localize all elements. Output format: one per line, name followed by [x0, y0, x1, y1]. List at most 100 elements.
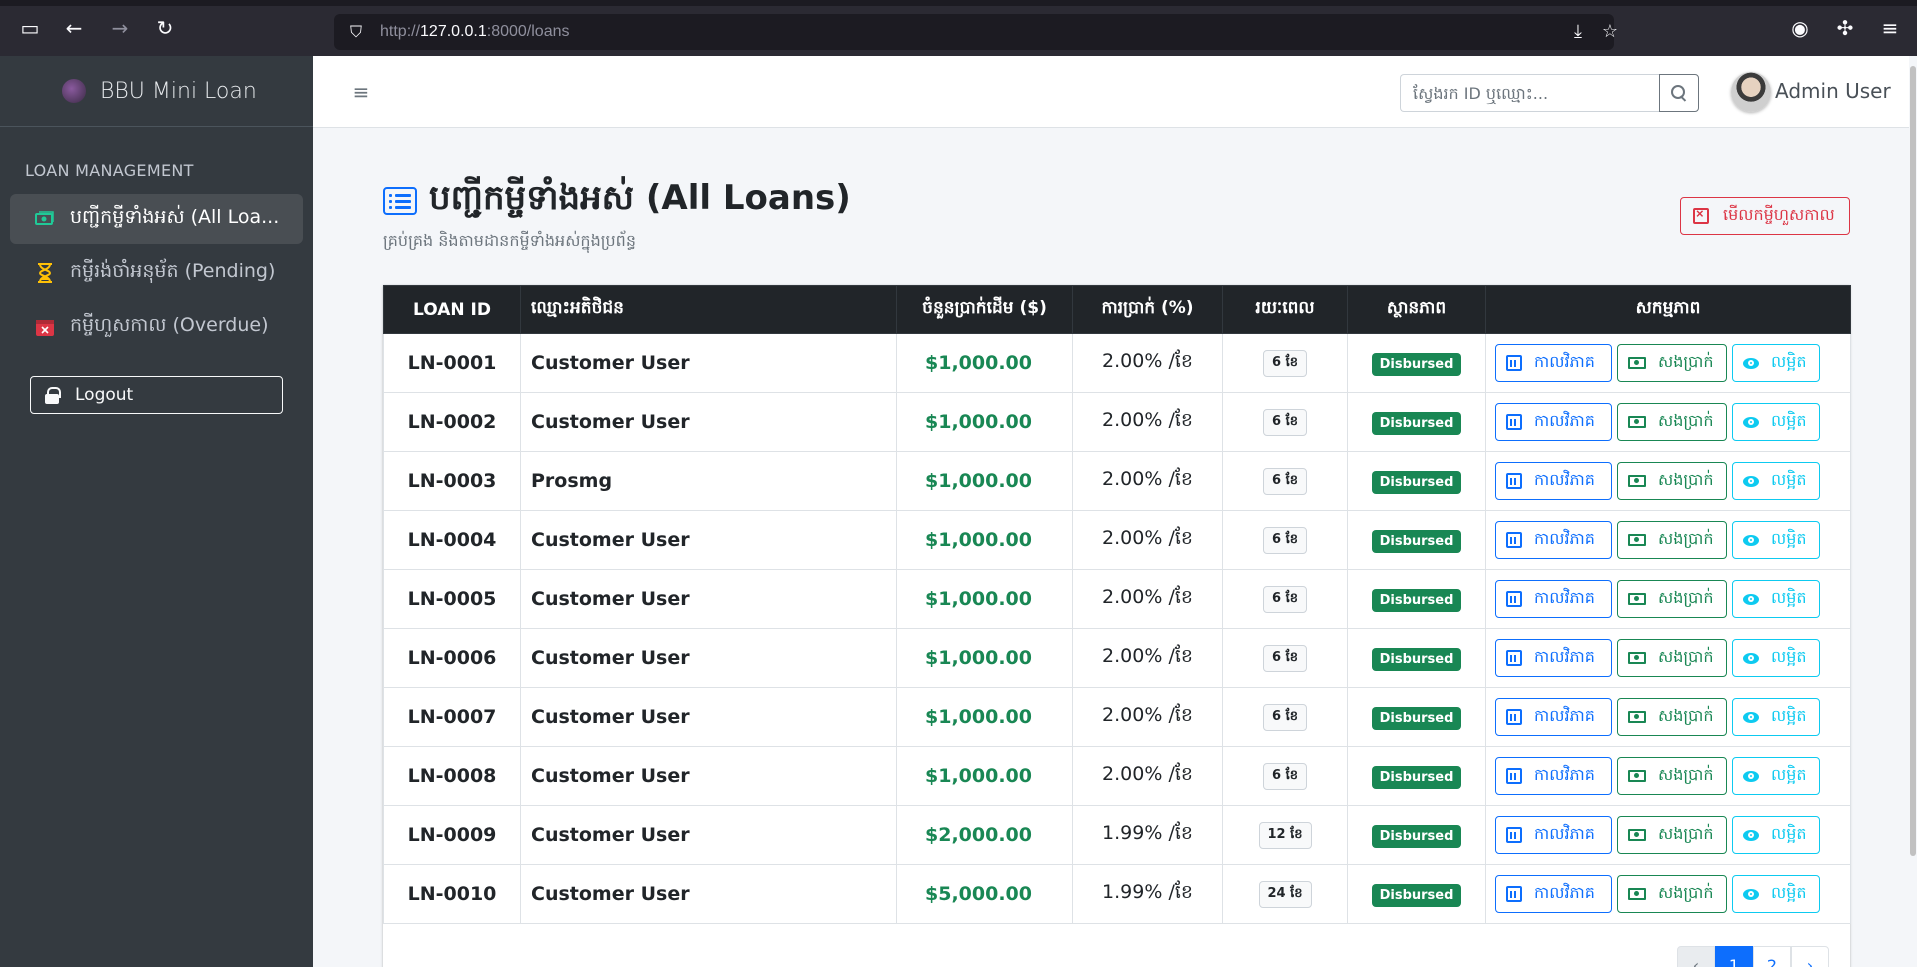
- extensions-icon[interactable]: ✣: [1833, 16, 1857, 40]
- repay-button[interactable]: សងប្រាក់: [1617, 698, 1727, 736]
- term-badge: 6 ខែ: [1263, 409, 1307, 436]
- shield-icon[interactable]: ⛉: [346, 21, 366, 43]
- schedule-button[interactable]: កាលវិភាគ: [1495, 875, 1612, 913]
- repay-button[interactable]: សងប្រាក់: [1617, 462, 1727, 500]
- view-overdue-button[interactable]: មើលកម្ចីហួសកាល: [1680, 197, 1850, 235]
- status-badge: Disbursed: [1371, 824, 1462, 848]
- back-icon[interactable]: ←: [62, 16, 86, 40]
- cash-icon: [1628, 829, 1646, 841]
- repay-label: សងប្រាក់: [1658, 352, 1714, 371]
- schedule-button[interactable]: កាលវិភាគ: [1495, 403, 1612, 441]
- view-details-button[interactable]: លម្អិត: [1732, 580, 1820, 618]
- page-scrollbar[interactable]: [1909, 56, 1917, 967]
- search-input[interactable]: [1400, 74, 1660, 112]
- customer-name-cell: Customer User: [520, 864, 897, 924]
- sidebar-item-pending[interactable]: កម្ចីរង់ចាំអនុម័ត (Pending): [10, 248, 303, 298]
- repay-button[interactable]: សងប្រាក់: [1617, 580, 1727, 618]
- status-badge: Disbursed: [1371, 352, 1462, 376]
- search-button[interactable]: [1659, 74, 1699, 112]
- top-navbar: ≡ Admin User: [313, 56, 1917, 128]
- url-host: 127.0.0.1: [420, 23, 487, 40]
- eye-icon: [1743, 652, 1759, 664]
- repay-button[interactable]: សងប្រាក់: [1617, 344, 1727, 382]
- view-details-button[interactable]: លម្អិត: [1732, 462, 1820, 500]
- customer-name-cell: Customer User: [520, 628, 897, 688]
- view-details-button[interactable]: លម្អិត: [1732, 403, 1820, 441]
- brand-link[interactable]: BBU Mini Loan: [0, 56, 313, 127]
- status-badge: Disbursed: [1371, 647, 1462, 671]
- pagination-prev[interactable]: ‹: [1677, 946, 1715, 967]
- status-badge: Disbursed: [1371, 529, 1462, 553]
- menu-icon[interactable]: ≡: [1878, 16, 1902, 40]
- schedule-button[interactable]: កាលវិភាគ: [1495, 639, 1612, 677]
- schedule-button[interactable]: កាលវិភាគ: [1495, 580, 1612, 618]
- schedule-button[interactable]: កាលវិភាគ: [1495, 816, 1612, 854]
- url-text[interactable]: http://127.0.0.1:8000/loans: [380, 14, 570, 50]
- view-details-button[interactable]: លម្អិត: [1732, 757, 1820, 795]
- view-details-button[interactable]: លម្អិត: [1732, 875, 1820, 913]
- row-actions: កាលវិភាគ សងប្រាក់ លម្អិត: [1486, 462, 1850, 500]
- star-icon[interactable]: ☆: [1598, 20, 1622, 44]
- pagination-page-2[interactable]: 2: [1753, 946, 1791, 967]
- logout-button[interactable]: Logout: [30, 376, 283, 414]
- schedule-label: កាលវិភាគ: [1534, 411, 1595, 430]
- sidebar-item-label: បញ្ជីកម្ចីទាំងអស់ (All Loa...: [70, 206, 280, 228]
- forward-icon[interactable]: →: [108, 16, 132, 40]
- address-bar[interactable]: ⛉ http://127.0.0.1:8000/loans ⤓ ☆: [334, 14, 1618, 50]
- schedule-button[interactable]: កាលវិភាគ: [1495, 462, 1612, 500]
- pagination-next[interactable]: ›: [1791, 946, 1829, 967]
- interest-rate-cell: 2.00% /ខែ: [1072, 628, 1223, 688]
- download-icon[interactable]: ⤓: [1566, 20, 1590, 44]
- repay-button[interactable]: សងប្រាក់: [1617, 816, 1727, 854]
- term-badge: 6 ខែ: [1263, 763, 1307, 790]
- view-details-button[interactable]: លម្អិត: [1732, 698, 1820, 736]
- repay-button[interactable]: សងប្រាក់: [1617, 639, 1727, 677]
- interest-rate-cell: 2.00% /ខែ: [1072, 687, 1223, 747]
- browser-tab-strip: [0, 0, 1917, 6]
- view-details-button[interactable]: លម្អិត: [1732, 344, 1820, 382]
- repay-button[interactable]: សងប្រាក់: [1617, 875, 1727, 913]
- scrollbar-thumb[interactable]: [1910, 66, 1916, 856]
- status-badge: Disbursed: [1371, 765, 1462, 789]
- status-cell: Disbursed: [1347, 687, 1486, 747]
- repay-button[interactable]: សងប្រាក់: [1617, 403, 1727, 441]
- eye-icon: [1743, 593, 1759, 605]
- view-details-button[interactable]: លម្អិត: [1732, 521, 1820, 559]
- hamburger-menu-icon[interactable]: ≡: [349, 80, 373, 104]
- reload-icon[interactable]: ↻: [153, 16, 177, 40]
- brand-logo-icon: [62, 79, 86, 103]
- cash-icon: [1628, 534, 1646, 546]
- schedule-button[interactable]: កាលវិភាគ: [1495, 521, 1612, 559]
- column-header-term: រយៈពេល: [1222, 285, 1348, 334]
- status-cell: Disbursed: [1347, 805, 1486, 865]
- view-details-label: លម្អិត: [1771, 529, 1807, 548]
- actions-cell: កាលវិភាគ សងប្រាក់ លម្អិត: [1485, 805, 1851, 865]
- page-title: បញ្ជីកម្ចីទាំងអស់ (All Loans): [383, 176, 851, 226]
- repay-button[interactable]: សងប្រាក់: [1617, 757, 1727, 795]
- term-cell: 6 ខែ: [1222, 628, 1348, 688]
- customer-name-cell: Customer User: [520, 569, 897, 629]
- repay-label: សងប្រាក់: [1658, 647, 1714, 666]
- schedule-button[interactable]: កាលវិភាគ: [1495, 344, 1612, 382]
- sidebar-item-all-loans[interactable]: បញ្ជីកម្ចីទាំងអស់ (All Loa...: [10, 194, 303, 244]
- principal-amount-cell: $1,000.00: [896, 746, 1073, 806]
- avatar[interactable]: [1731, 72, 1771, 112]
- repay-label: សងប្រាក់: [1658, 529, 1714, 548]
- table-row: LN-0007 Customer User $1,000.00 2.00% /ខែ 6 …: [383, 687, 1851, 747]
- interest-rate-cell: 2.00% /ខែ: [1072, 746, 1223, 806]
- search-icon: [1671, 85, 1687, 101]
- sidebar-toggle-icon[interactable]: ▭: [18, 16, 42, 40]
- view-details-button[interactable]: លម្អិត: [1732, 816, 1820, 854]
- sidebar-item-overdue[interactable]: កម្ចីហួសកាល (Overdue): [10, 302, 303, 352]
- actions-cell: កាលវិភាគ សងប្រាក់ លម្អិត: [1485, 628, 1851, 688]
- user-name[interactable]: Admin User: [1775, 76, 1891, 106]
- pagination-page-1[interactable]: 1: [1715, 946, 1753, 967]
- view-details-button[interactable]: លម្អិត: [1732, 639, 1820, 677]
- repay-button[interactable]: សងប្រាក់: [1617, 521, 1727, 559]
- schedule-button[interactable]: កាលវិភាគ: [1495, 698, 1612, 736]
- view-details-label: លម្អិត: [1771, 411, 1807, 430]
- account-icon[interactable]: ◉: [1788, 16, 1812, 40]
- schedule-button[interactable]: កាលវិភាគ: [1495, 757, 1612, 795]
- repay-label: សងប្រាក់: [1658, 706, 1714, 725]
- schedule-label: កាលវិភាគ: [1534, 765, 1595, 784]
